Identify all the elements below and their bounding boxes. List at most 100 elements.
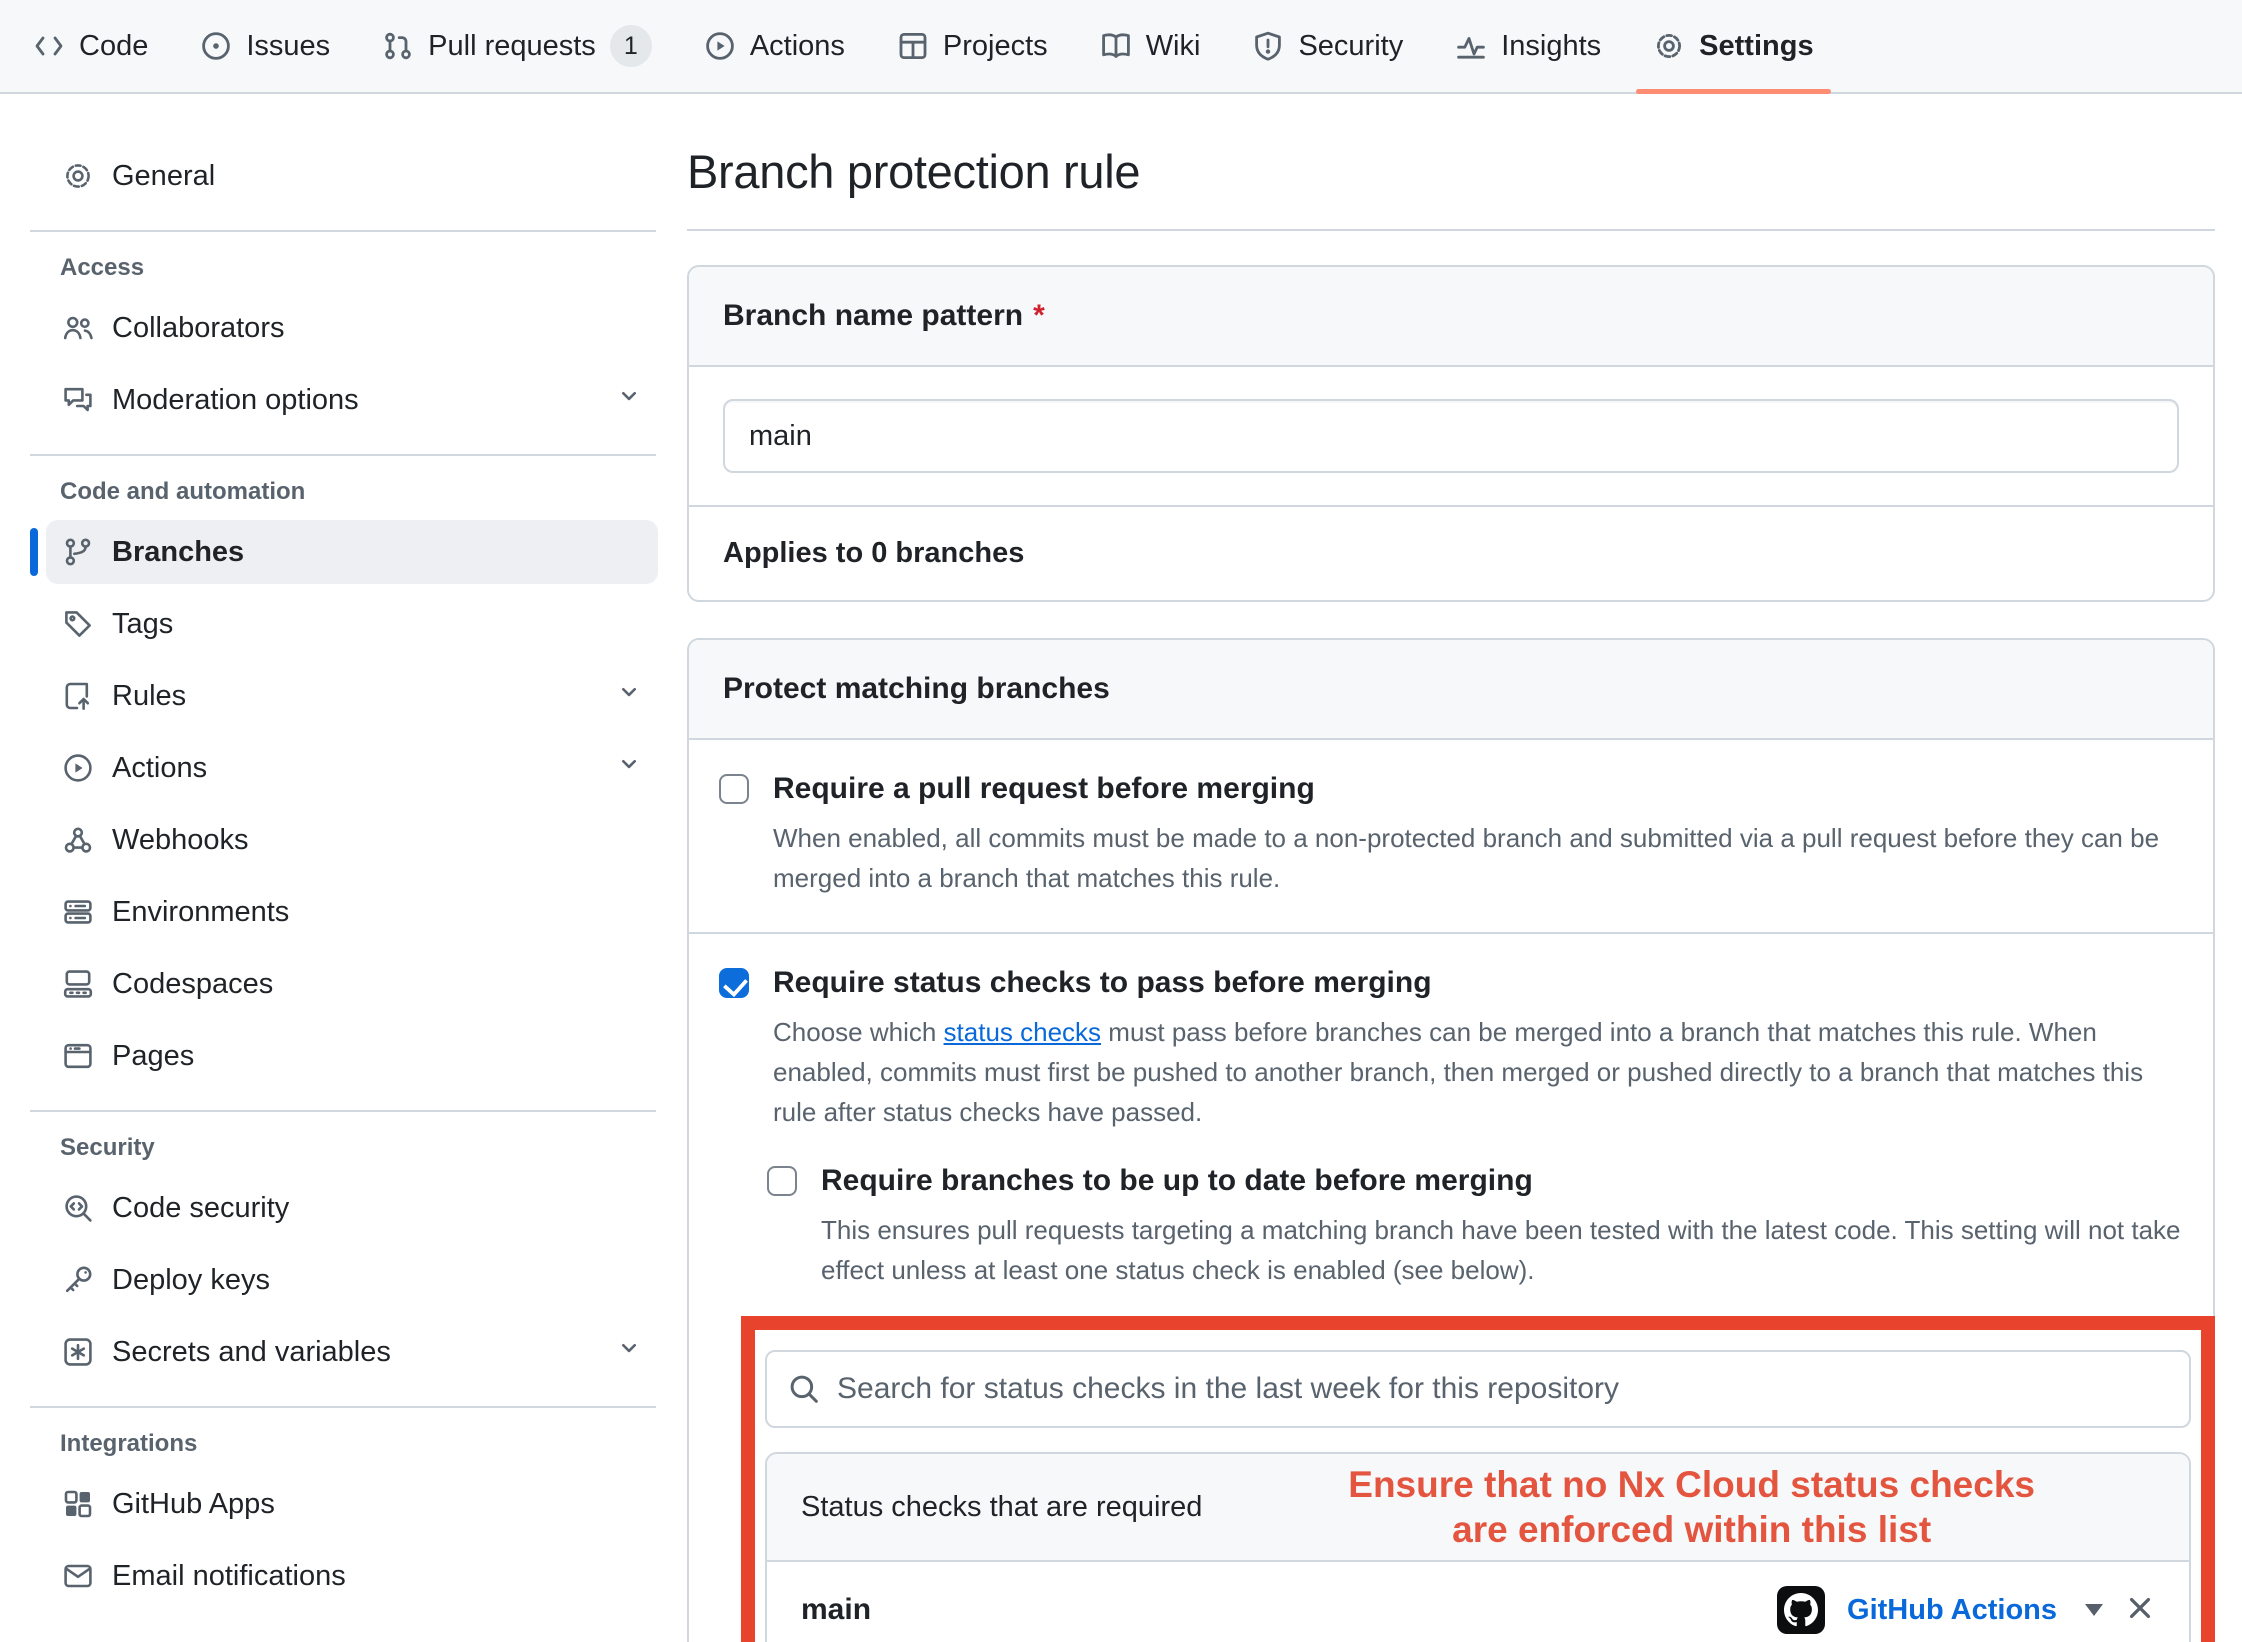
branch-name-pattern-body — [689, 367, 2213, 505]
sidebar-item-github-apps[interactable]: GitHub Apps — [46, 1472, 658, 1536]
sidebar-section-integrations: Integrations — [60, 1430, 658, 1458]
tag-icon — [62, 608, 94, 640]
chevron-down-icon[interactable] — [616, 1335, 642, 1369]
sidebar-item-label: Webhooks — [112, 824, 642, 857]
require-pull-request-label: Require a pull request before merging — [773, 770, 1315, 808]
chevron-down-icon[interactable] — [616, 679, 642, 713]
status-checks-search-input[interactable] — [837, 1372, 2169, 1406]
settings-sidebar: General Access Collaborators Moderation … — [0, 94, 682, 1616]
comment-discussion-icon — [62, 384, 94, 416]
key-icon — [62, 1264, 94, 1296]
sidebar-item-moderation-options[interactable]: Moderation options — [46, 368, 658, 432]
require-status-checks-checkbox[interactable] — [719, 968, 749, 998]
require-up-to-date-note: This ensures pull requests targeting a m… — [821, 1210, 2183, 1290]
protect-matching-branches-header: Protect matching branches — [689, 640, 2213, 740]
sidebar-item-label: Environments — [112, 896, 642, 929]
tab-insights[interactable]: Insights — [1438, 0, 1618, 92]
applies-to-branches-text: Applies to 0 branches — [689, 505, 2213, 600]
sidebar-item-pages[interactable]: Pages — [46, 1024, 658, 1088]
github-actions-link[interactable]: GitHub Actions — [1847, 1594, 2057, 1627]
tab-wiki[interactable]: Wiki — [1083, 0, 1218, 92]
code-icon — [33, 30, 65, 62]
required-status-checks-table-header: Status checks that are required Ensure t… — [767, 1454, 2189, 1562]
tab-label: Settings — [1699, 30, 1813, 63]
sidebar-item-label: Codespaces — [112, 968, 642, 1001]
remove-status-check-icon[interactable] — [2125, 1593, 2155, 1628]
require-status-checks-label: Require status checks to pass before mer… — [773, 964, 1432, 1002]
require-up-to-date-row: Require branches to be up to date before… — [767, 1162, 2183, 1290]
sidebar-item-general[interactable]: General — [46, 144, 658, 208]
status-checks-required-label: Status checks that are required — [801, 1491, 1202, 1524]
sidebar-section-security: Security — [60, 1134, 658, 1162]
git-branch-icon — [62, 536, 94, 568]
tab-label: Wiki — [1146, 30, 1201, 63]
sidebar-item-email-notifications[interactable]: Email notifications — [46, 1544, 658, 1608]
webhook-icon — [62, 824, 94, 856]
tab-label: Actions — [750, 30, 845, 63]
dropdown-caret-icon[interactable] — [2085, 1604, 2103, 1616]
sidebar-item-code-security[interactable]: Code security — [46, 1176, 658, 1240]
tab-label: Pull requests — [428, 30, 596, 63]
sidebar-item-actions[interactable]: Actions — [46, 736, 658, 800]
annotation-red-box: Status checks that are required Ensure t… — [741, 1316, 2215, 1642]
browser-icon — [62, 1040, 94, 1072]
sidebar-item-codespaces[interactable]: Codespaces — [46, 952, 658, 1016]
tab-pull-requests[interactable]: Pull requests 1 — [365, 0, 669, 92]
sidebar-item-collaborators[interactable]: Collaborators — [46, 296, 658, 360]
apps-icon — [62, 1488, 94, 1520]
tab-settings[interactable]: Settings — [1636, 0, 1830, 92]
sidebar-item-tags[interactable]: Tags — [46, 592, 658, 656]
tab-label: Issues — [246, 30, 330, 63]
sidebar-item-rules[interactable]: Rules — [46, 664, 658, 728]
main-content: Branch protection rule Branch name patte… — [682, 94, 2242, 1642]
book-icon — [1100, 30, 1132, 62]
sidebar-item-webhooks[interactable]: Webhooks — [46, 808, 658, 872]
issue-opened-icon — [200, 30, 232, 62]
github-actions-avatar — [1777, 1586, 1825, 1634]
tab-code[interactable]: Code — [16, 0, 165, 92]
rules-icon — [62, 680, 94, 712]
sidebar-item-secrets-variables[interactable]: Secrets and variables — [46, 1320, 658, 1384]
shield-icon — [1252, 30, 1284, 62]
server-icon — [62, 896, 94, 928]
sidebar-item-branches[interactable]: Branches — [46, 520, 658, 584]
play-icon — [704, 30, 736, 62]
sidebar-item-label: Collaborators — [112, 312, 642, 345]
branch-name-pattern-input[interactable] — [723, 399, 2179, 473]
sidebar-divider — [30, 1406, 656, 1408]
status-check-row-main: main GitHub Actions — [767, 1562, 2189, 1642]
note-text: Choose which — [773, 1017, 944, 1047]
gear-icon — [1653, 30, 1685, 62]
chevron-down-icon[interactable] — [616, 751, 642, 785]
status-check-name: main — [801, 1593, 871, 1627]
table-icon — [897, 30, 929, 62]
sidebar-item-environments[interactable]: Environments — [46, 880, 658, 944]
status-checks-link[interactable]: status checks — [944, 1017, 1102, 1047]
require-status-checks-note: Choose which status checks must pass bef… — [773, 1012, 2183, 1132]
people-icon — [62, 312, 94, 344]
require-up-to-date-checkbox[interactable] — [767, 1166, 797, 1196]
sidebar-item-label: GitHub Apps — [112, 1488, 642, 1521]
tab-issues[interactable]: Issues — [183, 0, 347, 92]
codespaces-icon — [62, 968, 94, 1000]
require-pull-request-note: When enabled, all commits must be made t… — [773, 818, 2183, 898]
sidebar-divider — [30, 1110, 656, 1112]
tab-actions[interactable]: Actions — [687, 0, 862, 92]
tab-label: Projects — [943, 30, 1048, 63]
sidebar-item-label: Tags — [112, 608, 642, 641]
mail-icon — [62, 1560, 94, 1592]
status-checks-search — [765, 1350, 2191, 1428]
sidebar-section-code-automation: Code and automation — [60, 478, 658, 506]
require-pull-request-checkbox[interactable] — [719, 774, 749, 804]
sidebar-item-label: Pages — [112, 1040, 642, 1073]
branch-name-pattern-header: Branch name pattern* — [689, 267, 2213, 367]
sidebar-item-deploy-keys[interactable]: Deploy keys — [46, 1248, 658, 1312]
sidebar-item-label: Email notifications — [112, 1560, 642, 1593]
chevron-down-icon[interactable] — [616, 383, 642, 417]
sidebar-item-label: General — [112, 160, 642, 193]
tab-security[interactable]: Security — [1235, 0, 1420, 92]
tab-projects[interactable]: Projects — [880, 0, 1065, 92]
require-pull-request-row: Require a pull request before merging Wh… — [689, 740, 2213, 932]
tab-label: Security — [1298, 30, 1403, 63]
asterisk-box-icon — [62, 1336, 94, 1368]
